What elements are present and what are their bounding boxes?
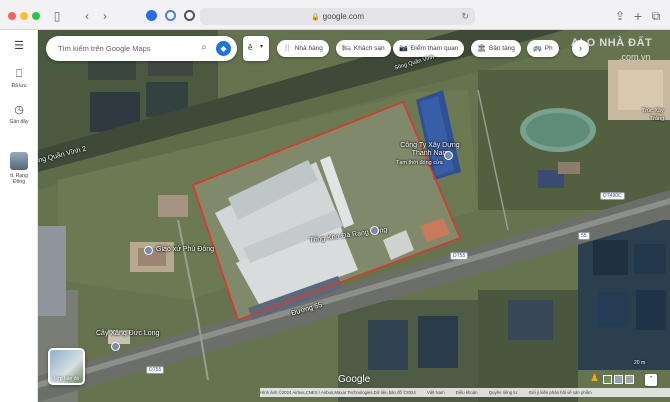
link-feedback[interactable]: Gửi ý kiến phản hồi về sản phẩm [529,390,592,395]
road-shield: DT55 [146,366,165,374]
address-text: google.com [322,12,365,21]
chip-restaurants[interactable]: 🍴 Nhà hàng [277,40,329,57]
reload-icon[interactable]: ↻ [461,8,469,25]
share-icon[interactable]: ⇪ [614,8,626,24]
recent-place-button[interactable]: tt. Rạng Đông [0,152,38,185]
watermark-domain: .com.vn [619,52,651,62]
satellite-imagery [38,30,670,402]
extension-check-icon[interactable] [146,10,157,21]
imagery-thumbnails[interactable] [603,375,637,384]
extension-privacy-icon[interactable] [184,10,195,21]
chevron-down-icon: ▾ [260,44,264,50]
attribution-text: Hình ảnh ©2024 Airbus,CNES / Airbus,Maxa… [260,390,416,395]
thumbnail[interactable] [625,375,634,384]
chip-label: Ph [544,45,553,52]
pegman-icon[interactable]: ♟ [590,373,599,384]
browser-toolbar: ▯ ‹ › 🔒 google.com ↻ ⇪ + ⧉ [0,0,670,30]
company-pin-icon[interactable] [444,151,453,160]
maps-sidebar: ☰ ⎕ Đã lưu ◷ Gần đây tt. Rạng Đông [0,30,38,402]
chip-label: Khách sạn [353,45,385,52]
recent-label: Gần đây [9,119,29,125]
gas-station-label[interactable]: Cây Xăng Đức Long [96,330,159,337]
recent-place-label: tt. Rạng Đông [10,173,28,185]
road-shield: 55 [578,232,590,240]
screen: ▯ ‹ › 🔒 google.com ↻ ⇪ + ⧉ ☰ ⎕ Đã lưu ◷ G… [0,0,670,402]
forward-icon[interactable]: › [100,8,110,24]
saved-label: Đã lưu [11,83,27,89]
church-pin-icon[interactable] [144,246,153,255]
link-terms[interactable]: Điều khoản [456,390,478,395]
chip-hotels[interactable]: 🛏 Khách sạn [336,40,391,57]
history-icon: ◷ [14,104,24,116]
watermark: ALO NHÀ ĐẤT .com.vn [553,36,670,66]
extension-diamond-icon[interactable] [165,10,176,21]
back-icon[interactable]: ‹ [82,8,92,24]
maximize-window-button[interactable] [32,12,40,20]
bus-icon: 🚌 [533,45,542,52]
camera-icon: 📷 [399,45,408,52]
chip-attractions[interactable]: 📷 Điểm tham quan [393,40,465,57]
warehouse-pin-icon[interactable] [370,226,379,235]
recent-button[interactable]: ◷ Gần đây [0,104,38,125]
chip-label: Nhà hàng [294,45,323,52]
company-status-label: Tạm thời đóng cửa [396,160,443,166]
minimize-window-button[interactable] [20,12,28,20]
right-edge-label: Trúc Xây [642,108,664,114]
thumbnail[interactable] [614,375,623,384]
search-icon[interactable]: ⌕ [201,42,207,53]
thumbnail[interactable] [603,375,612,384]
bookmark-icon: ⎕ [15,68,23,80]
watermark-text: ALO NHÀ ĐẤT [571,37,653,49]
link-privacy[interactable]: Quyền riêng tư [489,390,518,395]
search-input[interactable]: Tìm kiếm trên Google Maps [58,36,151,61]
hotel-icon: 🛏 [342,45,351,52]
gas-station-pin-icon[interactable] [111,342,120,351]
road-shield: DT55 [450,252,469,260]
expand-icon[interactable]: ⌃ [645,374,657,386]
museum-icon: 🏛 [477,45,486,52]
map-canvas[interactable]: Tìm kiếm trên Google Maps ⌕ ◆ ê ▾ 🍴 Nhà h… [38,30,670,402]
lock-icon: 🔒 [310,14,320,21]
chip-label: Bảo tàng [488,45,515,52]
directions-icon[interactable]: ◆ [216,41,231,56]
sidebar-toggle-icon[interactable]: ▯ [50,8,64,24]
parish-label[interactable]: Giáo xứ Phú Đông [156,246,214,253]
close-window-button[interactable] [8,12,16,20]
saved-button[interactable]: ⎕ Đã lưu [0,68,38,89]
chip-label: Điểm tham quan [410,45,459,52]
collapse-text: ê [248,43,253,52]
map-attribution-bar: Hình ảnh ©2024 Airbus,CNES / Airbus,Maxa… [260,388,670,397]
new-tab-icon[interactable]: + [632,8,644,24]
tab-overview-icon[interactable]: ⧉ [650,8,662,24]
layers-button[interactable]: Lớp bản đồ [48,348,85,385]
road-shield: DT490C [600,192,625,200]
scale-label[interactable]: 20 m [634,360,645,366]
place-thumbnail [10,152,28,170]
restaurant-icon: 🍴 [283,45,292,52]
search-box[interactable]: Tìm kiếm trên Google Maps ⌕ ◆ [46,36,237,61]
address-bar[interactable]: 🔒 google.com ↻ [200,8,475,25]
google-logo: Google [338,374,371,385]
layers-label: Lớp bản đồ [53,376,80,382]
link-country[interactable]: Việt Nam [427,390,445,395]
chip-museums[interactable]: 🏛 Bảo tàng [471,40,521,57]
company-label[interactable]: Công Ty Xây Dựng Thanh Nam [390,142,470,158]
right-edge-label-2: Trắng [650,116,665,122]
collapse-panel-button[interactable]: ê ▾ [243,36,269,61]
menu-icon[interactable]: ☰ [0,40,38,52]
